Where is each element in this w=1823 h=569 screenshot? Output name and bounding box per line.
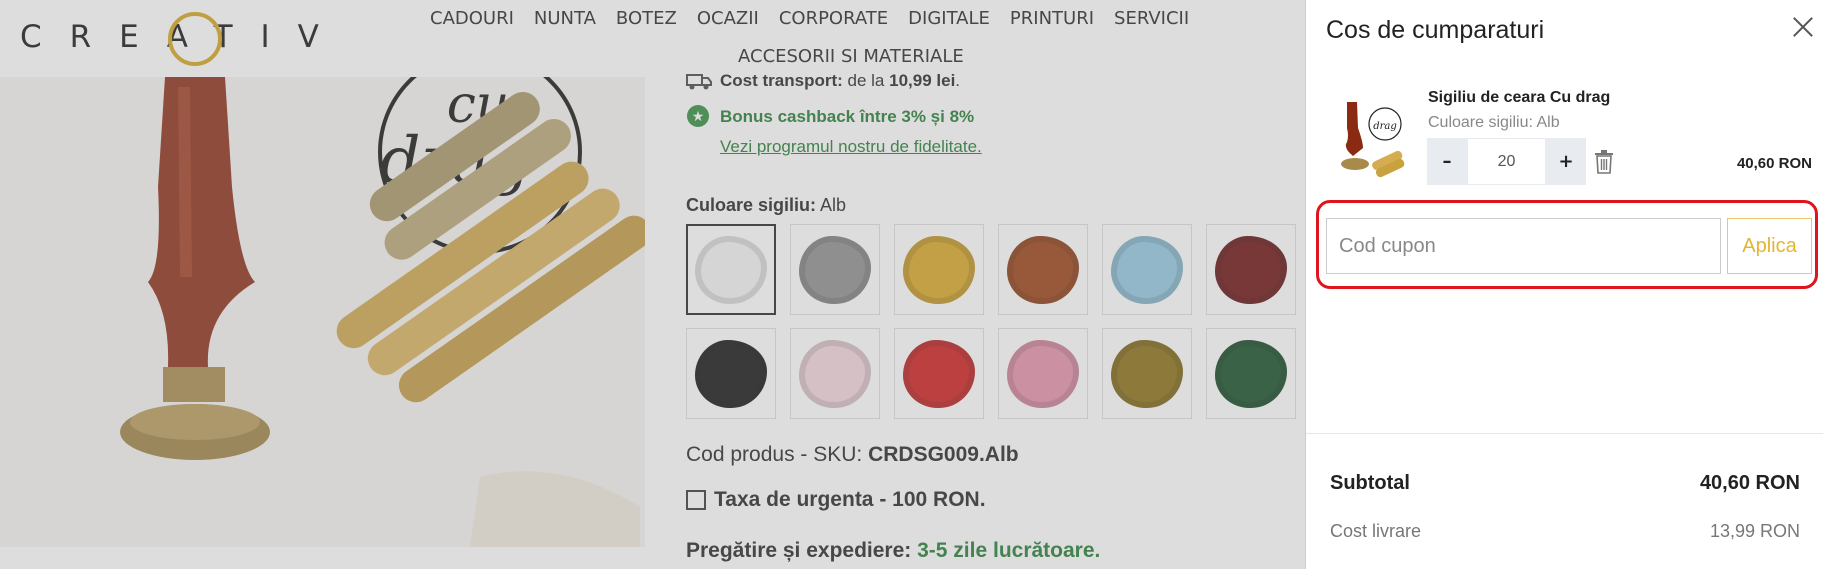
delivery-label: Cost livrare: [1330, 521, 1422, 541]
quantity-increase-button[interactable]: +: [1546, 138, 1586, 185]
subtotal-value: 40,60 RON: [1699, 472, 1800, 494]
item-price: 40,60 RON: [1736, 155, 1812, 172]
product-page: CREATIV CADOURI NUNTA BOTEZ OCAZII CORPO…: [0, 0, 1305, 569]
divider: [1306, 433, 1823, 434]
coupon-input[interactable]: [1326, 218, 1721, 274]
product-thumbnail[interactable]: drag: [1333, 98, 1405, 180]
close-icon[interactable]: [1788, 12, 1818, 42]
quantity-stepper: – +: [1427, 138, 1586, 185]
page: CREATIV CADOURI NUNTA BOTEZ OCAZII CORPO…: [0, 0, 1823, 569]
cart-drawer: Cos de cumparaturi drag Sigiliu de ceara…: [1305, 0, 1823, 569]
delivery-value: 13,99 RON: [1709, 521, 1800, 541]
apply-coupon-button[interactable]: Aplica: [1727, 218, 1812, 274]
trash-icon[interactable]: [1593, 150, 1615, 174]
item-name[interactable]: Sigiliu de ceara Cu drag: [1428, 89, 1610, 107]
item-variant: Culoare sigiliu: Alb: [1428, 114, 1560, 131]
cart-item: drag Sigiliu de ceara Cu drag Culoare si…: [1306, 80, 1823, 190]
delivery-row: Cost livrare 13,99 RON: [1330, 521, 1800, 542]
quantity-input[interactable]: [1467, 138, 1546, 185]
cart-title: Cos de cumparaturi: [1326, 16, 1545, 44]
subtotal-label: Subtotal: [1330, 472, 1410, 494]
svg-text:drag: drag: [1373, 121, 1397, 132]
modal-backdrop[interactable]: [0, 0, 1305, 569]
quantity-decrease-button[interactable]: –: [1427, 138, 1467, 185]
subtotal-row: Subtotal 40,60 RON: [1330, 472, 1800, 495]
